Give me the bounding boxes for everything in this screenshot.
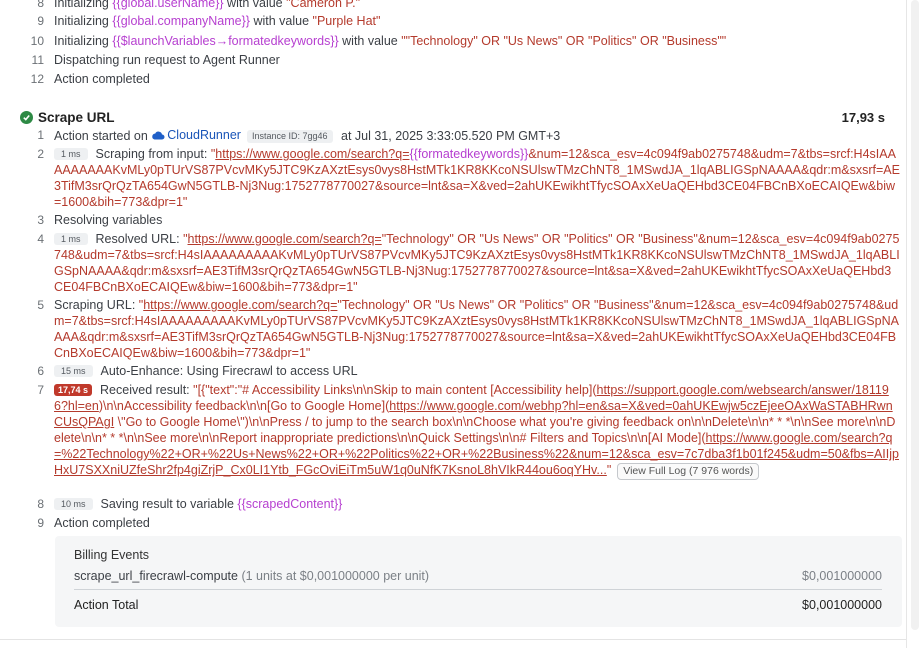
cloud-icon (152, 131, 165, 140)
variable-name: {{$launchVariables→formatedkeywords}} (112, 34, 339, 48)
line-number: 11 (31, 53, 44, 67)
timing-badge: 1 ms (54, 233, 88, 245)
variable-name: {{formatedkeywords}} (409, 147, 529, 161)
variable-name: {{global.userName}} (112, 0, 224, 10)
line-number: 10 (30, 34, 44, 48)
log-line: 7 17,74 s Received result: "[{"text":"# A… (28, 382, 900, 480)
log-line: 2 1 ms Scraping from input: "https://www.… (28, 146, 900, 210)
line-number: 5 (37, 298, 44, 312)
log-line: 5 Scraping URL: "https://www.google.com/… (28, 297, 900, 361)
line-number: 8 (37, 0, 44, 10)
billing-item-amount: $0,001000000 (802, 569, 882, 583)
log-line: 8 10 ms Saving result to variable {{scrap… (28, 496, 900, 512)
line-number: 7 (37, 383, 44, 397)
log-line: 3 Resolving variables (28, 212, 900, 228)
line-number: 2 (37, 147, 44, 161)
url-link[interactable]: https://www.google.com/search?q= (188, 232, 382, 246)
billing-total-amount: $0,001000000 (802, 598, 882, 612)
line-number: 4 (37, 232, 44, 246)
section-duration: 17,93 s (841, 110, 885, 125)
billing-total-label: Action Total (74, 598, 139, 612)
log-line: 9 Action completed (28, 515, 900, 531)
line-number: 6 (37, 364, 44, 378)
string-value: "Purple Hat" (312, 14, 381, 28)
line-number: 12 (30, 72, 44, 86)
string-value: "Cameron P." (286, 0, 361, 10)
billing-events-panel: Billing Events scrape_url_firecrawl-comp… (55, 536, 902, 627)
log-line: 12 Action completed (28, 71, 900, 87)
billing-item-detail: (1 units at $0,001000000 per unit) (241, 569, 430, 583)
log-line: 10 Initializing {{$launchVariables→forma… (28, 33, 900, 49)
billing-item-name: scrape_url_firecrawl-compute (74, 569, 238, 583)
log-line: 11 Dispatching run request to Agent Runn… (28, 52, 900, 68)
string-value: ""Technology" OR "Us News" OR "Politics"… (401, 34, 727, 48)
log-line: 6 15 ms Auto-Enhance: Using Firecrawl to … (28, 363, 900, 379)
instance-id-badge: Instance ID: 7gg46 (246, 130, 333, 143)
billing-row: scrape_url_firecrawl-compute (1 units at… (74, 569, 882, 583)
timing-badge: 15 ms (54, 365, 93, 377)
line-number: 9 (37, 14, 44, 28)
view-full-log-button[interactable]: View Full Log (7 976 words) (617, 463, 760, 480)
billing-title: Billing Events (74, 548, 150, 562)
line-number: 8 (37, 497, 44, 511)
timing-badge: 1 ms (54, 148, 88, 160)
scrollbar-thumb[interactable] (911, 0, 919, 630)
vertical-scrollbar[interactable] (906, 0, 923, 648)
variable-name: {{scrapedContent}} (237, 497, 343, 511)
billing-total-row: Action Total $0,001000000 (74, 598, 882, 612)
timing-badge: 17,74 s (54, 384, 93, 396)
url-link[interactable]: https://www.google.com/search?q= (215, 147, 409, 161)
runner-link[interactable]: CloudRunner (151, 127, 241, 143)
timing-badge: 10 ms (54, 498, 93, 510)
action-section-header[interactable]: Scrape URL (20, 108, 115, 126)
log-line: 8 Initializing {{global.userName}} with … (28, 0, 900, 11)
log-line: 4 1 ms Resolved URL: "https://www.google.… (28, 231, 900, 295)
log-line: 9 Initializing {{global.companyName}} wi… (28, 13, 900, 29)
divider (74, 589, 882, 590)
url-link[interactable]: https://www.google.com/search?q= (143, 298, 337, 312)
divider (0, 639, 907, 640)
line-number: 1 (37, 128, 44, 142)
log-line: 1 Action started on CloudRunner Instance … (28, 127, 900, 144)
line-number: 3 (37, 213, 44, 227)
variable-name: {{global.companyName}} (112, 14, 250, 28)
section-title: Scrape URL (38, 109, 115, 125)
line-number: 9 (37, 516, 44, 530)
check-circle-icon (20, 110, 33, 124)
